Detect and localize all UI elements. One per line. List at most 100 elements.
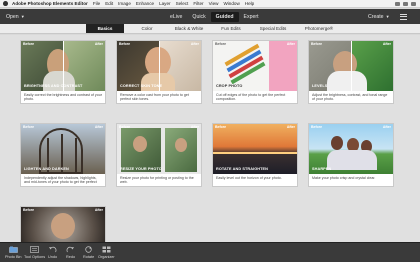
card-description: Remove a color cast from your photo to g… <box>120 93 189 102</box>
card-crop-photo[interactable]: Before After CROP PHOTO Cut off edges of… <box>212 40 298 104</box>
before-label: Before <box>215 42 227 46</box>
rotate-label: Rotate <box>83 255 95 259</box>
card-description: Independently adjust the shadows, highli… <box>24 176 97 186</box>
card-thumbnail: Before After ROTATE AND STRAIGHTEN <box>213 124 297 174</box>
chevron-down-icon: ▼ <box>385 14 390 19</box>
tab-color[interactable]: Color <box>134 24 160 33</box>
card-title: SHARPEN <box>312 167 332 171</box>
card-thumbnail: Before After LIGHTEN AND DARKEN <box>21 124 105 174</box>
card-description: Easily correct the brightness and contra… <box>24 93 102 102</box>
mode-switcher: eLive Quick Guided Expert <box>165 11 264 22</box>
organizer-icon <box>102 245 111 253</box>
card-correct-skin-tone[interactable]: Before After CORRECT SKIN TONE Remove a … <box>116 40 202 104</box>
rotate-button[interactable]: Rotate <box>83 245 94 259</box>
app-header: Open ▼ eLive Quick Guided Expert Create … <box>0 9 420 24</box>
battery-icon[interactable] <box>403 1 408 6</box>
organizer-button[interactable]: Organizer <box>98 245 115 259</box>
tab-elive[interactable]: eLive <box>165 12 187 22</box>
after-label: After <box>286 125 295 129</box>
card-description: Adjust the brightness, contrast, and ton… <box>312 93 388 102</box>
card-vignette[interactable]: Before After <box>20 206 106 243</box>
menu-help[interactable]: Help <box>245 1 254 6</box>
menu-file[interactable]: File <box>93 1 100 6</box>
menu-layer[interactable]: Layer <box>159 1 171 6</box>
menu-enhance[interactable]: Enhance <box>136 1 154 6</box>
tab-guided[interactable]: Guided <box>210 11 239 22</box>
photo-bin-button[interactable]: Photo Bin <box>5 245 21 259</box>
card-rotate-straighten[interactable]: Before After ROTATE AND STRAIGHTEN Easil… <box>212 123 298 187</box>
after-label: After <box>94 125 103 129</box>
tab-black-white[interactable]: Black & White <box>170 24 208 33</box>
before-label: Before <box>311 125 323 129</box>
tab-quick[interactable]: Quick <box>187 12 210 22</box>
undo-label: Undo <box>48 255 58 259</box>
card-levels[interactable]: Before After LEVELS Adjust the brightnes… <box>308 40 394 104</box>
tab-basics[interactable]: Basics <box>86 24 124 33</box>
guided-category-tabs: Basics Color Black & White Fun Edits Spe… <box>0 24 420 34</box>
after-label: After <box>190 125 199 129</box>
card-description: Easily level out the horizon of your pho… <box>216 176 282 180</box>
menu-app-name[interactable]: Adobe Photoshop Elements Editor <box>12 1 88 6</box>
tab-fun-edits[interactable]: Fun Edits <box>216 24 246 33</box>
mac-menu-bar: Adobe Photoshop Elements Editor File Edi… <box>0 0 420 8</box>
card-title: LEVELS <box>312 84 328 88</box>
tool-options-icon <box>30 245 39 253</box>
card-description: Cut off edges of the photo to get the pe… <box>216 93 286 102</box>
before-label: Before <box>311 42 323 46</box>
menu-image[interactable]: Image <box>118 1 131 6</box>
card-sharpen[interactable]: Before After SHARPEN Make your photo cri… <box>308 123 394 187</box>
menu-view[interactable]: View <box>209 1 219 6</box>
card-thumbnail: Before After CROP PHOTO <box>213 41 297 91</box>
card-brightness-contrast[interactable]: Before After BRIGHTNESS AND CONTRAST Eas… <box>20 40 106 104</box>
undo-icon <box>48 245 57 253</box>
tab-expert[interactable]: Expert <box>239 12 264 22</box>
menu-edit[interactable]: Edit <box>105 1 113 6</box>
card-title: BRIGHTNESS AND CONTRAST <box>24 84 83 88</box>
tool-options-button[interactable]: Tool Options <box>24 245 45 259</box>
card-title: ROTATE AND STRAIGHTEN <box>216 167 269 171</box>
search-icon[interactable] <box>411 1 416 6</box>
card-title: CORRECT SKIN TONE <box>120 84 163 88</box>
wifi-icon[interactable] <box>395 1 400 6</box>
card-title: CROP PHOTO <box>216 84 243 88</box>
menu-filter[interactable]: Filter <box>193 1 203 6</box>
after-label: After <box>94 208 103 212</box>
create-button[interactable]: Create ▼ <box>368 14 390 20</box>
before-label: Before <box>23 208 35 212</box>
card-thumbnail: Before After <box>21 207 105 242</box>
card-title: RESIZE YOUR PHOTO <box>120 167 162 171</box>
photoshop-elements-window: Adobe Photoshop Elements Editor File Edi… <box>0 0 420 262</box>
status-icons <box>395 1 420 6</box>
panel-menu-icon[interactable] <box>400 13 407 20</box>
menu-window[interactable]: Window <box>223 1 239 6</box>
photo-bin-label: Photo Bin <box>5 255 22 259</box>
before-label: Before <box>119 125 131 129</box>
menu-select[interactable]: Select <box>176 1 189 6</box>
create-label: Create <box>368 13 384 20</box>
before-label: Before <box>119 42 131 46</box>
tab-photomerge[interactable]: Photomerge® <box>300 24 338 33</box>
redo-label: Redo <box>66 255 76 259</box>
bottom-toolbar: Photo Bin Tool Options Undo Redo Rotate <box>0 242 420 262</box>
card-thumbnail: Before After BRIGHTNESS AND CONTRAST <box>21 41 105 91</box>
card-thumbnail: Before After CORRECT SKIN TONE <box>117 41 201 91</box>
card-lighten-darken[interactable]: Before After LIGHTEN AND DARKEN Independ… <box>20 123 106 187</box>
undo-button[interactable]: Undo <box>48 245 57 259</box>
before-label: Before <box>215 125 227 129</box>
card-resize-photo[interactable]: Before After RESIZE YOUR PHOTO Resize yo… <box>116 123 202 187</box>
guided-edits-grid: Before After BRIGHTNESS AND CONTRAST Eas… <box>0 35 420 243</box>
before-label: Before <box>23 125 35 129</box>
redo-icon <box>66 245 75 253</box>
apple-icon[interactable] <box>3 1 8 6</box>
open-label: Open <box>6 13 19 20</box>
tab-special-edits[interactable]: Special Edits <box>254 24 292 33</box>
before-label: Before <box>23 42 35 46</box>
card-thumbnail: Before After RESIZE YOUR PHOTO <box>117 124 201 174</box>
tool-options-label: Tool Options <box>24 255 46 259</box>
redo-button[interactable]: Redo <box>66 245 75 259</box>
card-thumbnail: Before After SHARPEN <box>309 124 393 174</box>
open-button[interactable]: Open ▼ <box>6 14 25 20</box>
after-label: After <box>190 42 199 46</box>
card-title: LIGHTEN AND DARKEN <box>24 167 69 171</box>
card-description: Make your photo crisp and crystal clear. <box>312 176 376 180</box>
